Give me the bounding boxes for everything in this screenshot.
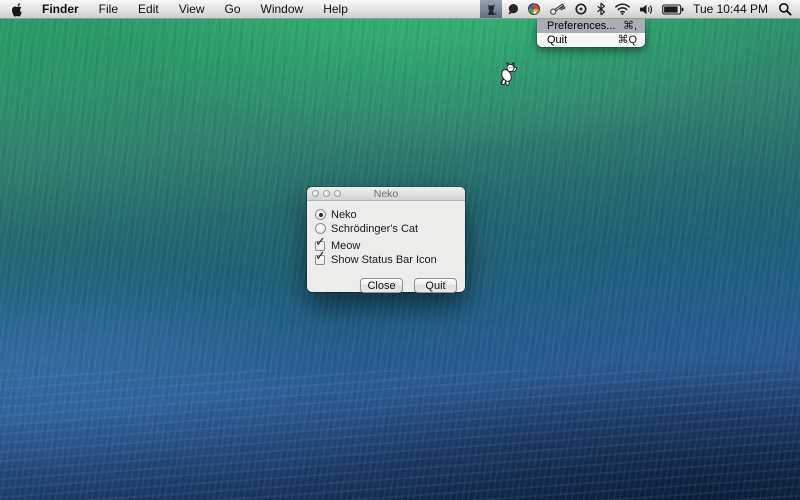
menu-bar-left: Finder File Edit View Go Window Help — [0, 0, 358, 18]
menu-item-view[interactable]: View — [169, 0, 215, 19]
spotlight-menu-item[interactable] — [774, 0, 800, 18]
checkbox-show-status-bar-icon[interactable]: ✓ — [315, 255, 325, 265]
radio-row-schrodingers-cat[interactable]: Schrödinger's Cat — [315, 222, 457, 235]
apple-icon — [10, 2, 23, 17]
battery-icon — [662, 4, 684, 15]
quit-button[interactable]: Quit — [414, 278, 457, 293]
menu-item-file[interactable]: File — [89, 0, 128, 19]
neko-status-menu: Preferences... ⌘, Quit ⌘Q — [537, 19, 645, 47]
bluetooth-icon — [596, 2, 606, 16]
window-button-row: Close Quit — [315, 278, 457, 293]
neko-cat-sprite — [497, 62, 518, 88]
volume-icon — [639, 3, 654, 16]
menu-bar-status-area: Tue 10:44 PM — [480, 0, 800, 18]
status-icon-teardrop[interactable] — [502, 0, 524, 18]
window-content: Neko Schrödinger's Cat ✓ Meow ✓ Show Sta… — [307, 201, 465, 293]
quit-label: Quit — [547, 33, 567, 47]
neko-status-item[interactable] — [480, 0, 502, 18]
status-icon-target[interactable] — [570, 0, 592, 18]
neko-window: Neko Neko Schrödinger's Cat ✓ Meow ✓ Sho… — [307, 187, 465, 292]
radio-label-neko: Neko — [331, 209, 357, 221]
preferences-shortcut: ⌘, — [623, 19, 637, 33]
menu-item-help[interactable]: Help — [313, 0, 358, 19]
wifi-status-item[interactable] — [610, 0, 635, 18]
menu-bar-clock[interactable]: Tue 10:44 PM — [688, 0, 774, 19]
bluetooth-status-item[interactable] — [592, 0, 610, 18]
radio-button-neko[interactable] — [315, 209, 326, 220]
radio-button-schrodingers-cat[interactable] — [315, 223, 326, 234]
checkbox-row-meow[interactable]: ✓ Meow — [315, 239, 457, 252]
wifi-icon — [614, 3, 631, 15]
status-icon-color-wheel[interactable] — [524, 0, 544, 18]
preferences-label: Preferences... — [547, 19, 615, 33]
target-icon — [574, 2, 588, 16]
close-button[interactable]: Close — [360, 278, 403, 293]
quit-shortcut: ⌘Q — [617, 33, 637, 47]
menu-item-quit[interactable]: Quit ⌘Q — [537, 33, 645, 47]
window-titlebar[interactable]: Neko — [307, 187, 465, 201]
volume-status-item[interactable] — [635, 0, 658, 18]
menu-item-window[interactable]: Window — [251, 0, 314, 19]
window-title: Neko — [307, 188, 465, 200]
color-wheel-icon — [528, 3, 540, 15]
battery-status-item[interactable] — [658, 0, 688, 18]
menu-item-finder[interactable]: Finder — [32, 0, 89, 19]
radio-label-schrodingers-cat: Schrödinger's Cat — [331, 223, 418, 235]
checkbox-label-show-status-bar-icon: Show Status Bar Icon — [331, 254, 437, 266]
teardrop-icon — [506, 2, 520, 16]
desktop-wallpaper: Finder File Edit View Go Window Help — [0, 0, 800, 500]
menu-bar: Finder File Edit View Go Window Help — [0, 0, 800, 19]
menu-item-go[interactable]: Go — [215, 0, 251, 19]
checkbox-row-status-bar-icon[interactable]: ✓ Show Status Bar Icon — [315, 253, 457, 266]
radio-row-neko[interactable]: Neko — [315, 208, 457, 221]
spotlight-search-icon — [778, 2, 792, 16]
menu-item-preferences[interactable]: Preferences... ⌘, — [537, 19, 645, 33]
apple-menu[interactable] — [0, 0, 32, 18]
neko-menubar-cat-icon — [485, 3, 498, 16]
checkbox-label-meow: Meow — [331, 240, 360, 252]
key-icon — [548, 1, 566, 17]
menu-item-edit[interactable]: Edit — [128, 0, 169, 19]
status-icon-key[interactable] — [544, 0, 570, 18]
